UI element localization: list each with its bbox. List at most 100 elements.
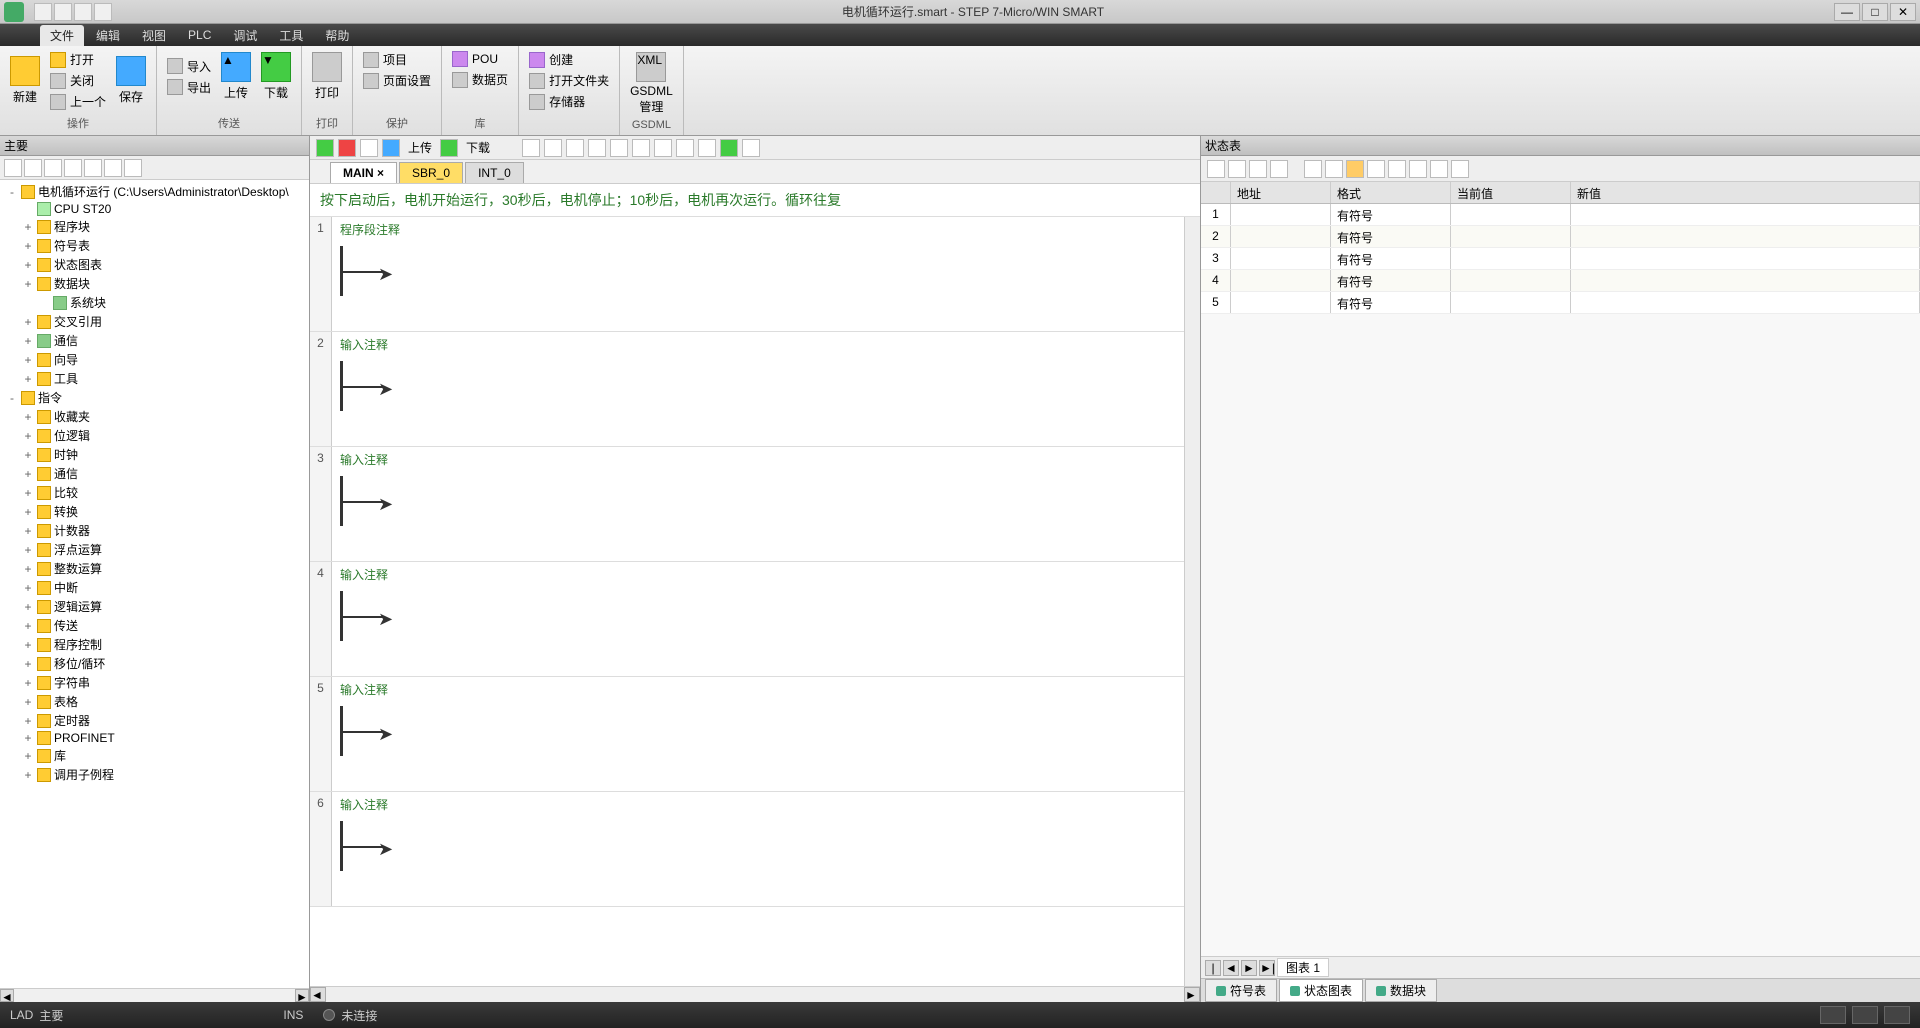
tab-help[interactable]: 帮助 xyxy=(315,25,359,46)
status-view-3[interactable] xyxy=(1884,1006,1910,1024)
cell-address[interactable] xyxy=(1231,270,1331,291)
tab-file[interactable]: 文件 xyxy=(40,25,84,46)
tree-btn-7[interactable] xyxy=(124,159,142,177)
tree-item[interactable]: +比较 xyxy=(2,483,307,502)
grid-row[interactable]: 4有符号 xyxy=(1201,270,1920,292)
tree-item[interactable]: +交叉引用 xyxy=(2,312,307,331)
tree-item[interactable]: -指令 xyxy=(2,388,307,407)
cell-format[interactable]: 有符号 xyxy=(1331,292,1451,313)
tree-item[interactable]: +中断 xyxy=(2,578,307,597)
previous-button[interactable]: 上一个 xyxy=(48,92,108,111)
cell-current[interactable] xyxy=(1451,248,1571,269)
tree-item[interactable]: +收藏夹 xyxy=(2,407,307,426)
btab-status[interactable]: 状态图表 xyxy=(1279,979,1363,1002)
ed-btn-g[interactable] xyxy=(654,139,672,157)
chart-name[interactable]: 图表 1 xyxy=(1277,958,1329,977)
ladder-rung[interactable]: ➤ xyxy=(340,591,1176,641)
rp-btn-6[interactable] xyxy=(1325,160,1343,178)
qat-new-icon[interactable] xyxy=(34,3,52,21)
tree-item[interactable]: +程序控制 xyxy=(2,635,307,654)
download-button[interactable]: ▼下载 xyxy=(259,50,293,103)
tree-btn-4[interactable] xyxy=(64,159,82,177)
hscroll-right[interactable]: ► xyxy=(1184,987,1200,1002)
cell-format[interactable]: 有符号 xyxy=(1331,204,1451,225)
tab-int0[interactable]: INT_0 xyxy=(465,162,524,183)
memory-button[interactable]: 存储器 xyxy=(527,92,611,111)
nav-last[interactable]: ►| xyxy=(1259,960,1275,976)
tree-item[interactable]: +浮点运算 xyxy=(2,540,307,559)
tree-item[interactable]: +状态图表 xyxy=(2,255,307,274)
network-title[interactable]: 输入注释 xyxy=(340,336,1176,353)
cell-current[interactable] xyxy=(1451,204,1571,225)
network-row[interactable]: 2输入注释➤ xyxy=(310,332,1184,447)
tree-item[interactable]: +位逻辑 xyxy=(2,426,307,445)
network-row[interactable]: 1程序段注释➤ xyxy=(310,217,1184,332)
rp-btn-5[interactable] xyxy=(1304,160,1322,178)
openfolder-button[interactable]: 打开文件夹 xyxy=(527,71,611,90)
grid-row[interactable]: 3有符号 xyxy=(1201,248,1920,270)
network-row[interactable]: 6输入注释➤ xyxy=(310,792,1184,907)
nav-next[interactable]: ► xyxy=(1241,960,1257,976)
tree-item[interactable]: +向导 xyxy=(2,350,307,369)
rp-btn-4[interactable] xyxy=(1270,160,1288,178)
project-tree[interactable]: - 电机循环运行 (C:\Users\Administrator\Desktop… xyxy=(0,180,309,988)
status-view-1[interactable] xyxy=(1820,1006,1846,1024)
tree-item[interactable]: +PROFINET xyxy=(2,730,307,746)
tab-main[interactable]: MAIN × xyxy=(330,162,397,183)
grid-row[interactable]: 5有符号 xyxy=(1201,292,1920,314)
tree-item[interactable]: CPU ST20 xyxy=(2,201,307,217)
gsdml-button[interactable]: XMLGSDML 管理 xyxy=(628,50,675,117)
rp-btn-1[interactable] xyxy=(1207,160,1225,178)
network-row[interactable]: 4输入注释➤ xyxy=(310,562,1184,677)
nav-prev[interactable]: ◄ xyxy=(1223,960,1239,976)
page-setup-button[interactable]: 页面设置 xyxy=(361,71,433,90)
network-list[interactable]: 1程序段注释➤2输入注释➤3输入注释➤4输入注释➤5输入注释➤6输入注释➤ xyxy=(310,217,1184,986)
tab-debug[interactable]: 调试 xyxy=(223,25,267,46)
ed-btn-j[interactable] xyxy=(720,139,738,157)
tab-sbr0[interactable]: SBR_0 xyxy=(399,162,463,183)
tree-item[interactable]: +逻辑运算 xyxy=(2,597,307,616)
project-button[interactable]: 项目 xyxy=(361,50,433,69)
btab-symbol[interactable]: 符号表 xyxy=(1205,979,1277,1002)
rp-btn-3[interactable] xyxy=(1249,160,1267,178)
import-button[interactable]: 导入 xyxy=(165,57,213,76)
network-title[interactable]: 程序段注释 xyxy=(340,221,1176,238)
cell-current[interactable] xyxy=(1451,292,1571,313)
grid-row[interactable]: 1有符号 xyxy=(1201,204,1920,226)
network-row[interactable]: 5输入注释➤ xyxy=(310,677,1184,792)
status-view-2[interactable] xyxy=(1852,1006,1878,1024)
maximize-button[interactable]: □ xyxy=(1862,3,1888,21)
tree-item[interactable]: +时钟 xyxy=(2,445,307,464)
ed-btn-d[interactable] xyxy=(588,139,606,157)
editor-hscroll[interactable]: ◄ ► xyxy=(310,986,1200,1002)
cell-new[interactable] xyxy=(1571,270,1920,291)
minimize-button[interactable]: — xyxy=(1834,3,1860,21)
datapage-button[interactable]: 数据页 xyxy=(450,70,510,89)
hscroll-left[interactable]: ◄ xyxy=(310,987,326,1002)
tree-item[interactable]: +通信 xyxy=(2,464,307,483)
tab-view[interactable]: 视图 xyxy=(132,25,176,46)
tab-close-icon[interactable]: × xyxy=(377,166,384,180)
col-new[interactable]: 新值 xyxy=(1571,182,1920,203)
ladder-rung[interactable]: ➤ xyxy=(340,706,1176,756)
ed-btn-c[interactable] xyxy=(566,139,584,157)
rp-btn-11[interactable] xyxy=(1430,160,1448,178)
rp-btn-2[interactable] xyxy=(1228,160,1246,178)
tree-item[interactable]: +调用子例程 xyxy=(2,765,307,784)
rp-btn-8[interactable] xyxy=(1367,160,1385,178)
cell-new[interactable] xyxy=(1571,226,1920,247)
open-button[interactable]: 打开 xyxy=(48,50,108,69)
cell-address[interactable] xyxy=(1231,226,1331,247)
grid-row[interactable]: 2有符号 xyxy=(1201,226,1920,248)
tree-item[interactable]: +转换 xyxy=(2,502,307,521)
ed-btn-k[interactable] xyxy=(742,139,760,157)
tab-edit[interactable]: 编辑 xyxy=(86,25,130,46)
ed-upload-icon[interactable] xyxy=(382,139,400,157)
close-project-button[interactable]: 关闭 xyxy=(48,71,108,90)
network-title[interactable]: 输入注释 xyxy=(340,566,1176,583)
ladder-rung[interactable]: ➤ xyxy=(340,476,1176,526)
ed-btn-3[interactable] xyxy=(360,139,378,157)
save-button[interactable]: 保存 xyxy=(114,54,148,107)
ed-btn-b[interactable] xyxy=(544,139,562,157)
tree-item[interactable]: +通信 xyxy=(2,331,307,350)
